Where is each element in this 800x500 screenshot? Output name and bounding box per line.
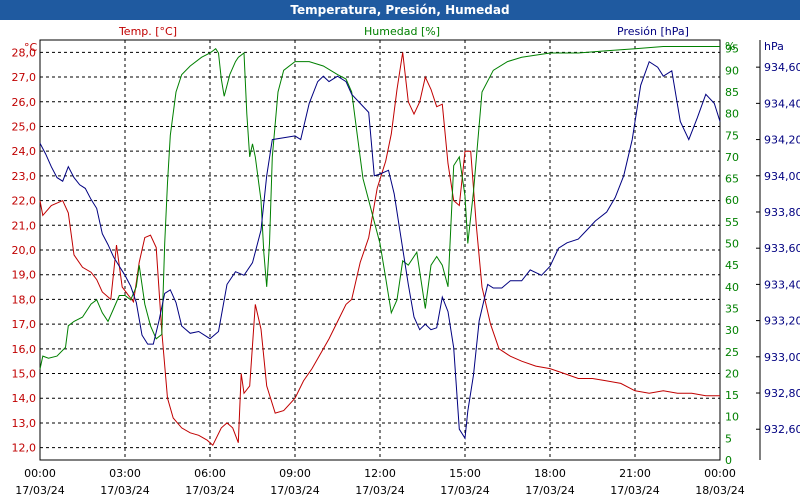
temp-tick-label: 13,0	[12, 417, 37, 430]
temp-tick-label: 21,0	[12, 219, 37, 232]
pressure-tick-label: 933,40	[764, 278, 800, 291]
pressure-axis-unit: hPa	[764, 40, 784, 53]
humidity-tick-label: 15	[725, 389, 739, 402]
temp-tick-label: 20,0	[12, 244, 37, 257]
pressure-tick-label: 933,80	[764, 206, 800, 219]
pressure-axis-title: Presión [hPa]	[617, 25, 689, 38]
temp-tick-label: 14,0	[12, 392, 37, 405]
x-tick-date-label: 17/03/24	[525, 484, 574, 497]
humidity-tick-label: 40	[725, 281, 739, 294]
pressure-tick-label: 932,80	[764, 387, 800, 400]
temp-tick-label: 26,0	[12, 96, 37, 109]
x-tick-date-label: 17/03/24	[185, 484, 234, 497]
x-tick-time-label: 09:00	[279, 467, 311, 480]
x-tick-date-label: 17/03/24	[270, 484, 319, 497]
temp-tick-label: 24,0	[12, 145, 37, 158]
humidity-tick-label: 60	[725, 194, 739, 207]
humidity-tick-label: 20	[725, 367, 739, 380]
temp-tick-label: 12,0	[12, 442, 37, 455]
humidity-tick-label: 90	[725, 64, 739, 77]
humidity-axis-unit: %	[725, 40, 735, 53]
x-tick-date-label: 17/03/24	[15, 484, 64, 497]
x-tick-date-label: 17/03/24	[100, 484, 149, 497]
humidity-tick-label: 25	[725, 346, 739, 359]
humidity-tick-label: 35	[725, 302, 739, 315]
x-tick-time-label: 15:00	[449, 467, 481, 480]
pressure-tick-label: 934,00	[764, 170, 800, 183]
temp-tick-label: 17,0	[12, 318, 37, 331]
pressure-tick-label: 934,40	[764, 97, 800, 110]
temp-tick-label: 15,0	[12, 368, 37, 381]
x-tick-time-label: 00:00	[24, 467, 56, 480]
humidity-tick-label: 80	[725, 108, 739, 121]
pressure-tick-label: 933,00	[764, 351, 800, 364]
temp-tick-label: 27,0	[12, 71, 37, 84]
temp-tick-label: 22,0	[12, 195, 37, 208]
pressure-tick-label: 932,60	[764, 423, 800, 436]
humidity-tick-label: 85	[725, 86, 739, 99]
humidity-tick-label: 10	[725, 411, 739, 424]
humidity-tick-label: 50	[725, 238, 739, 251]
humidity-tick-label: 0	[725, 454, 732, 467]
temp-tick-label: 25,0	[12, 120, 37, 133]
humidity-tick-label: 55	[725, 216, 739, 229]
x-tick-date-label: 18/03/24	[695, 484, 744, 497]
humidity-tick-label: 5	[725, 432, 732, 445]
humidity-tick-label: 30	[725, 324, 739, 337]
pressure-tick-label: 934,60	[764, 61, 800, 74]
x-tick-time-label: 18:00	[534, 467, 566, 480]
pressure-tick-label: 934,20	[764, 134, 800, 147]
x-tick-time-label: 06:00	[194, 467, 226, 480]
x-tick-date-label: 17/03/24	[355, 484, 404, 497]
x-tick-time-label: 12:00	[364, 467, 396, 480]
temp-tick-label: 18,0	[12, 293, 37, 306]
temp-axis-title: Temp. [°C]	[118, 25, 177, 38]
pressure-tick-label: 933,60	[764, 242, 800, 255]
humidity-axis-title: Humedad [%]	[364, 25, 440, 38]
x-tick-time-label: 21:00	[619, 467, 651, 480]
temp-tick-label: 23,0	[12, 170, 37, 183]
x-tick-time-label: 00:00	[704, 467, 736, 480]
x-tick-date-label: 17/03/24	[440, 484, 489, 497]
x-tick-date-label: 17/03/24	[610, 484, 659, 497]
temp-axis-unit: °C	[24, 41, 38, 54]
x-tick-time-label: 03:00	[109, 467, 141, 480]
humidity-tick-label: 45	[725, 259, 739, 272]
pressure-tick-label: 933,20	[764, 315, 800, 328]
humidity-tick-label: 70	[725, 151, 739, 164]
temp-tick-label: 16,0	[12, 343, 37, 356]
temp-tick-label: 19,0	[12, 269, 37, 282]
humidity-tick-label: 65	[725, 173, 739, 186]
humidity-tick-label: 75	[725, 129, 739, 142]
chart-canvas: 00:00 17/03/24 03:00 17/03/24 06:00 17/03/24 0…	[12, 25, 800, 497]
